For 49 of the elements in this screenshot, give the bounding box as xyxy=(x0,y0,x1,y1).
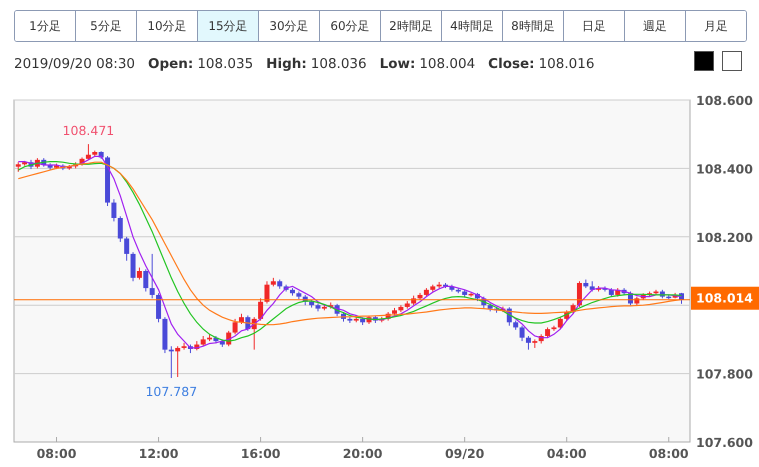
candlestick xyxy=(86,144,91,160)
candlestick xyxy=(558,316,563,330)
y-axis-label: 108.200 xyxy=(696,230,753,245)
candlestick xyxy=(545,326,550,338)
ohlc-label: Close: xyxy=(488,56,535,72)
candlestick xyxy=(513,320,518,330)
candlestick xyxy=(200,335,206,347)
candlestick xyxy=(111,198,116,222)
y-axis-label: 108.400 xyxy=(696,161,753,176)
ohlc-value: 108.036 xyxy=(310,56,367,72)
x-axis-label: 08:00 xyxy=(36,446,76,461)
candlestick xyxy=(258,298,264,322)
candlestick xyxy=(136,267,142,280)
candlestick xyxy=(118,216,123,242)
ohlc-value: 108.004 xyxy=(419,56,476,72)
x-axis-label: 20:00 xyxy=(342,446,383,461)
ohlc-label: High: xyxy=(266,56,307,72)
candlestick xyxy=(150,253,155,299)
ohlc-value: 108.035 xyxy=(197,56,254,72)
current-price-badge: 108.014 xyxy=(691,286,759,310)
candlestick xyxy=(168,346,174,379)
ohlc-value: 108.016 xyxy=(538,56,594,72)
candlestick xyxy=(124,236,130,262)
y-axis-label: 107.600 xyxy=(696,435,753,450)
x-axis-label: 12:00 xyxy=(138,446,178,461)
x-axis-label: 08:00 xyxy=(648,446,689,461)
high-price-label: 108.471 xyxy=(62,123,114,138)
candlestick xyxy=(520,325,525,342)
candlestick xyxy=(156,292,162,323)
x-axis-label: 16:00 xyxy=(240,446,280,461)
x-axis-label: 09/20 xyxy=(444,446,484,461)
datetime-text: 2019/09/20 08:30 xyxy=(14,56,136,72)
candlestick xyxy=(264,280,270,304)
light-theme-button[interactable] xyxy=(722,51,742,71)
candlestick xyxy=(143,268,148,292)
timeframe-tab[interactable]: 15分足 xyxy=(197,11,258,41)
low-price-label: 107.787 xyxy=(145,384,198,400)
candlestick xyxy=(175,346,180,378)
dark-theme-button[interactable] xyxy=(694,51,714,71)
ohlc-label: Open: xyxy=(148,56,194,72)
candlestick xyxy=(130,252,136,282)
y-axis-label: 107.800 xyxy=(696,366,753,382)
x-axis-label: 04:00 xyxy=(546,446,587,461)
ohlc-label: Low: xyxy=(380,56,416,72)
y-axis-label: 108.600 xyxy=(696,93,753,108)
candlestick xyxy=(232,318,238,335)
candlestick xyxy=(526,335,531,350)
timeframe-tab[interactable]: 月足 xyxy=(685,11,746,41)
candlestick xyxy=(277,279,282,290)
